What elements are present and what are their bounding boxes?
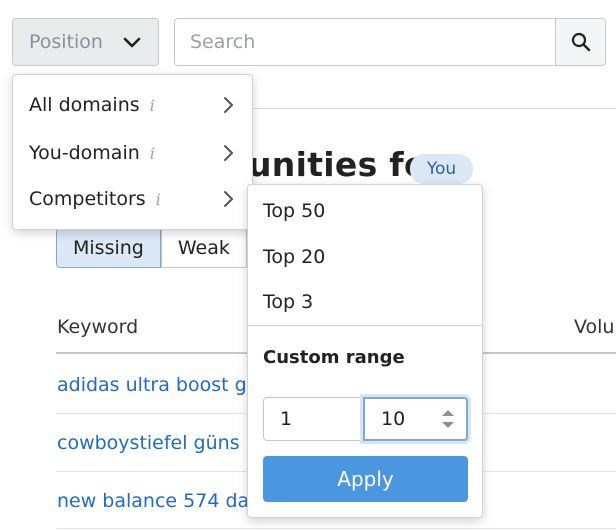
menu-item-all-domains[interactable]: All domains i <box>13 82 252 128</box>
position-dropdown-menu: All domains i You-domain i Competitors i <box>12 74 253 230</box>
column-header-volume[interactable]: Volu <box>574 316 614 338</box>
search-box <box>174 18 606 66</box>
range-from-input[interactable] <box>263 397 363 441</box>
info-icon[interactable]: i <box>156 190 161 209</box>
preset-top-50[interactable]: Top 50 <box>248 188 482 234</box>
search-button[interactable] <box>555 19 605 65</box>
row-divider <box>56 528 616 529</box>
custom-range-label: Custom range <box>263 347 405 368</box>
keyword-link[interactable]: adidas ultra boost g <box>57 374 247 396</box>
preset-top-3[interactable]: Top 3 <box>248 279 482 325</box>
search-icon <box>571 32 590 52</box>
menu-item-competitors[interactable]: Competitors i <box>13 176 252 222</box>
submenu-divider <box>248 325 482 326</box>
menu-item-label: You-domain <box>29 142 140 164</box>
tab-missing[interactable]: Missing <box>56 228 161 268</box>
info-icon[interactable]: i <box>150 144 155 163</box>
position-filter-button[interactable]: Position <box>12 18 159 66</box>
range-to-field <box>363 397 468 441</box>
stepper-arrows-icon[interactable] <box>440 407 456 431</box>
position-filter-label: Position <box>29 31 103 53</box>
position-range-submenu: Top 50 Top 20 Top 3 Custom range Apply <box>247 184 483 518</box>
chevron-right-icon <box>224 97 233 113</box>
column-header-keyword[interactable]: Keyword <box>57 316 138 338</box>
range-to-input[interactable] <box>365 399 435 439</box>
menu-item-label: Competitors <box>29 188 146 210</box>
apply-button[interactable]: Apply <box>263 456 468 502</box>
menu-item-you-domain[interactable]: You-domain i <box>13 130 252 176</box>
chevron-right-icon <box>224 191 233 207</box>
chevron-right-icon <box>224 145 233 161</box>
keyword-link[interactable]: new balance 574 da <box>57 490 249 512</box>
menu-item-label: All domains <box>29 94 140 116</box>
info-icon[interactable]: i <box>150 96 155 115</box>
you-badge: You <box>410 154 473 184</box>
chevron-down-icon <box>123 37 141 48</box>
preset-top-20[interactable]: Top 20 <box>248 234 482 280</box>
search-input[interactable] <box>175 19 555 65</box>
keyword-link[interactable]: cowboystiefel güns <box>57 432 240 454</box>
tab-weak[interactable]: Weak <box>160 228 247 268</box>
tab-group: Missing Weak <box>56 228 247 268</box>
